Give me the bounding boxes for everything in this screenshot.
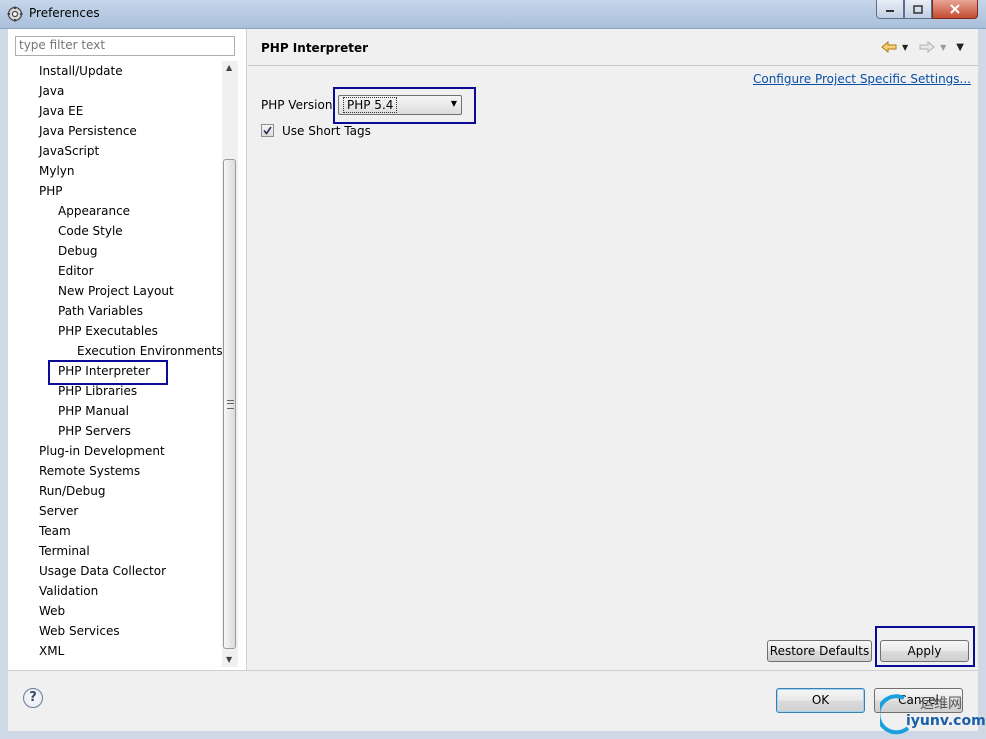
page-navigation: ▼ ▼ ▼ bbox=[880, 39, 964, 55]
button-bar-separator bbox=[8, 670, 978, 671]
dialog-body: Install/Update Java Java EE Java Persistenc… bbox=[8, 29, 978, 731]
use-short-tags-checkbox[interactable] bbox=[261, 124, 274, 137]
filter-box bbox=[15, 36, 235, 56]
watermark: 运维网 iyunv.com bbox=[876, 690, 986, 736]
back-arrow-icon[interactable] bbox=[880, 39, 898, 55]
tree-item[interactable]: Run/Debug bbox=[39, 482, 106, 500]
tree-item[interactable]: Terminal bbox=[39, 542, 90, 560]
maximize-icon bbox=[913, 4, 923, 14]
ok-label: OK bbox=[811, 693, 830, 707]
filter-input[interactable] bbox=[16, 37, 229, 53]
scrollbar-thumb[interactable] bbox=[223, 159, 236, 649]
window-controls bbox=[876, 0, 978, 20]
tree-item[interactable]: Java EE bbox=[39, 102, 83, 120]
window-title: Preferences bbox=[29, 6, 100, 20]
minimize-button[interactable] bbox=[876, 0, 904, 19]
tree-item[interactable]: Team bbox=[39, 522, 71, 540]
title-bar: Preferences bbox=[0, 0, 986, 29]
tree-item[interactable]: Mylyn bbox=[39, 162, 75, 180]
tree-item[interactable]: Usage Data Collector bbox=[39, 562, 166, 580]
restore-defaults-label: Restore Defaults bbox=[769, 644, 870, 658]
tree-item[interactable]: Code Style bbox=[58, 222, 123, 240]
minimize-icon bbox=[886, 10, 894, 12]
tree-item[interactable]: Install/Update bbox=[39, 62, 123, 80]
close-button[interactable] bbox=[932, 0, 978, 19]
tree-item[interactable]: Java Persistence bbox=[39, 122, 137, 140]
tree-item[interactable]: PHP Servers bbox=[58, 422, 131, 440]
tree-item[interactable]: Remote Systems bbox=[39, 462, 140, 480]
tree-item[interactable]: PHP Manual bbox=[58, 402, 129, 420]
tree-item[interactable]: Plug-in Development bbox=[39, 442, 165, 460]
back-dropdown-icon[interactable]: ▼ bbox=[902, 43, 908, 52]
forward-dropdown-icon[interactable]: ▼ bbox=[940, 43, 946, 52]
scroll-down-arrow-icon[interactable]: ▼ bbox=[226, 655, 232, 664]
configure-project-settings-link[interactable]: Configure Project Specific Settings... bbox=[753, 72, 971, 86]
tree-scrollbar[interactable]: ▲ ▼ bbox=[222, 61, 238, 667]
tree-item[interactable]: Web Services bbox=[39, 622, 120, 640]
watermark-logo-icon: 运维网 iyunv.com bbox=[876, 694, 986, 735]
scrollbar-grip-icon bbox=[227, 400, 234, 409]
tree-item[interactable]: Path Variables bbox=[58, 302, 143, 320]
tree-item[interactable]: New Project Layout bbox=[58, 282, 174, 300]
close-icon bbox=[950, 4, 960, 14]
maximize-button[interactable] bbox=[904, 0, 932, 19]
help-icon[interactable]: ? bbox=[23, 688, 43, 708]
header-separator bbox=[248, 65, 978, 66]
use-short-tags-label: Use Short Tags bbox=[282, 124, 371, 138]
ok-button[interactable]: OK bbox=[776, 688, 865, 713]
tree-item[interactable]: Web bbox=[39, 602, 65, 620]
tree-item[interactable]: Server bbox=[39, 502, 78, 520]
page-title: PHP Interpreter bbox=[261, 41, 369, 55]
view-menu-icon[interactable]: ▼ bbox=[956, 42, 964, 53]
highlight-box-php-version bbox=[333, 87, 476, 124]
tree-item[interactable]: PHP Executables bbox=[58, 322, 158, 340]
tree-item[interactable]: PHP bbox=[39, 182, 63, 200]
highlight-box-apply bbox=[875, 626, 975, 667]
php-version-label: PHP Version bbox=[261, 98, 333, 112]
tree-item[interactable]: JavaScript bbox=[39, 142, 99, 160]
tree-item[interactable]: Editor bbox=[58, 262, 94, 280]
tree-item[interactable]: Java bbox=[39, 82, 64, 100]
preferences-navigation-pane: Install/Update Java Java EE Java Persistenc… bbox=[8, 29, 247, 670]
tree-item[interactable]: Appearance bbox=[58, 202, 130, 220]
svg-text:iyunv.com: iyunv.com bbox=[906, 713, 986, 729]
preferences-app-icon bbox=[7, 6, 23, 22]
preference-page: PHP Interpreter ▼ ▼ ▼ Configure Project … bbox=[248, 29, 978, 670]
tree-item[interactable]: Validation bbox=[39, 582, 98, 600]
highlight-box-selected-item bbox=[48, 360, 168, 385]
tree-item[interactable]: Debug bbox=[58, 242, 97, 260]
tree-item[interactable]: Execution Environments bbox=[77, 342, 223, 360]
restore-defaults-button[interactable]: Restore Defaults bbox=[767, 640, 872, 662]
tree-item[interactable]: XML bbox=[39, 642, 64, 660]
svg-text:运维网: 运维网 bbox=[920, 696, 962, 712]
forward-arrow-icon[interactable] bbox=[918, 39, 936, 55]
checkmark-icon bbox=[263, 126, 272, 135]
scroll-up-arrow-icon[interactable]: ▲ bbox=[226, 63, 232, 72]
